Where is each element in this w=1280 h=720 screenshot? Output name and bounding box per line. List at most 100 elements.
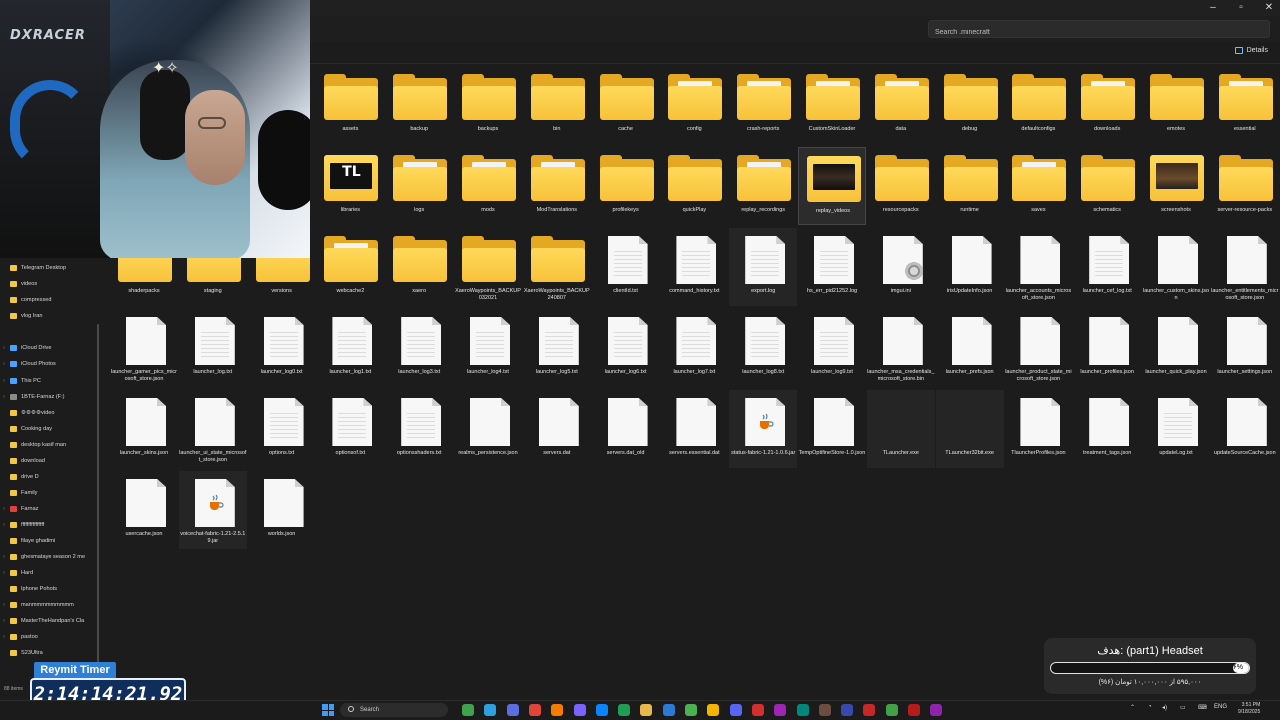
sidebar-item[interactable]: › iCloud Photos [0, 357, 98, 371]
folder-item[interactable]: assets [316, 66, 384, 144]
folder-item[interactable]: profilekeys [592, 147, 660, 225]
file-item[interactable]: updateSourceCache.json [1211, 390, 1279, 468]
volume-icon[interactable]: ◂) [1162, 704, 1167, 711]
keyboard-icon[interactable]: ⌨ [1198, 704, 1207, 711]
folder-item[interactable]: mods [454, 147, 522, 225]
taskbar-app-icon[interactable] [841, 704, 854, 716]
taskbar-app-icon[interactable] [640, 704, 653, 716]
file-item[interactable]: launcher_entitlements_microsoft_store.js… [1211, 228, 1279, 306]
folder-item[interactable]: backup [385, 66, 453, 144]
file-item[interactable]: status-fabric-1.21-1.0.6.jar [729, 390, 798, 468]
file-item[interactable]: updateLog.txt [1142, 390, 1210, 468]
folder-item[interactable]: bin [523, 66, 591, 144]
sidebar-item[interactable]: download [0, 454, 98, 468]
file-item[interactable]: TLauncher32bit.exe [935, 390, 1004, 468]
chevron-right-icon[interactable]: › [0, 506, 8, 512]
file-item[interactable]: optionsshaders.txt [385, 390, 453, 468]
taskbar-app-icon[interactable] [930, 704, 943, 716]
taskbar-app-icon[interactable] [707, 704, 720, 716]
folder-item[interactable]: CustomSkinLoader [798, 66, 866, 144]
chevron-right-icon[interactable]: › [0, 361, 8, 367]
sidebar-item[interactable]: › MasterTheHandpan's Cla [0, 614, 98, 628]
sidebar-item[interactable]: S23Ultra [0, 646, 98, 660]
chevron-right-icon[interactable]: › [0, 602, 8, 608]
sidebar-item[interactable]: › pastoo [0, 630, 98, 644]
chevron-right-icon[interactable]: › [0, 634, 8, 640]
folder-item[interactable]: replay_videos [798, 147, 866, 225]
folder-item[interactable]: replay_recordings [729, 147, 797, 225]
taskbar-app-icon[interactable] [685, 704, 697, 716]
taskbar-app-icon[interactable] [528, 704, 541, 716]
file-item[interactable]: launcher_log3.txt [385, 309, 453, 387]
file-item[interactable]: TlauncherProfiles.json [1004, 390, 1072, 468]
maximize-button[interactable]: ▫ [1236, 3, 1246, 13]
sidebar-item[interactable]: › iCloud Drive [0, 341, 98, 355]
sidebar-item[interactable]: Telegram Desktop [0, 261, 98, 275]
file-item[interactable]: launcher_gamer_pics_microsoft_store.json [110, 309, 178, 387]
file-item[interactable]: launcher_custom_skins.json [1142, 228, 1210, 306]
chevron-right-icon[interactable]: › [0, 570, 8, 576]
taskbar-app-icon[interactable] [751, 704, 764, 716]
chevron-right-icon[interactable]: › [0, 522, 8, 528]
chevron-right-icon[interactable]: › [0, 618, 8, 624]
taskbar-app-icon[interactable] [551, 704, 564, 716]
taskbar-app-icon[interactable] [818, 704, 831, 716]
sidebar-item[interactable]: › 1BTE-Farnaz (F:) [0, 390, 98, 404]
chevron-right-icon[interactable]: › [0, 394, 8, 400]
file-item[interactable]: optionsof.txt [316, 390, 384, 468]
file-item[interactable]: voicechat-fabric-1.21-2.5.19.jar [178, 471, 247, 549]
sidebar-item[interactable]: Iphone Pohots [0, 582, 98, 596]
folder-item[interactable]: logs [385, 147, 453, 225]
file-item[interactable]: launcher_log6.txt [592, 309, 660, 387]
taskbar-clock[interactable]: 3:51 PM 9/18/2025 [1238, 702, 1260, 716]
file-item[interactable]: launcher_accounts_microsoft_store.json [1004, 228, 1072, 306]
folder-item[interactable]: config [660, 66, 728, 144]
sidebar-item[interactable]: desktop kasif man [0, 438, 98, 452]
sidebar-item[interactable]: Cooking day [0, 422, 98, 436]
folder-item[interactable]: saves [1004, 147, 1072, 225]
taskbar-app-icon[interactable] [796, 704, 809, 716]
sidebar-item[interactable]: compressed [0, 293, 98, 307]
file-item[interactable]: clientId.txt [592, 228, 660, 306]
folder-item[interactable]: resourcepacks [867, 147, 935, 225]
taskbar-app-icon[interactable] [618, 704, 631, 716]
file-item[interactable]: launcher_msa_credentials_microsoft_store… [867, 309, 935, 387]
search-box[interactable] [928, 20, 1270, 41]
file-item[interactable]: launcher_log4.txt [454, 309, 522, 387]
file-item[interactable]: launcher_log0.txt [248, 309, 316, 387]
start-button-icon[interactable] [322, 704, 334, 716]
sidebar-item[interactable]: filaye ghadimi [0, 534, 98, 548]
wifi-icon[interactable]: ◔ [1148, 704, 1152, 710]
sidebar-item[interactable]: › Farnaz [0, 502, 98, 516]
folder-item[interactable]: ModTranslations [523, 147, 591, 225]
file-item[interactable]: TLauncher.exe [866, 390, 935, 468]
taskbar-app-icon[interactable] [774, 704, 787, 716]
file-item[interactable]: servers.dat [523, 390, 591, 468]
folder-item[interactable]: cache [592, 66, 660, 144]
file-item[interactable]: hs_err_pid21252.log [798, 228, 866, 306]
file-item[interactable]: launcher_skins.json [110, 390, 178, 468]
minimize-button[interactable]: – [1208, 3, 1218, 13]
taskbar-app-icon[interactable] [462, 704, 474, 716]
file-item[interactable]: TempOptifineStore-1.0.json [798, 390, 866, 468]
file-item[interactable]: launcher_log1.txt [316, 309, 384, 387]
file-item[interactable]: launcher_log9.txt [798, 309, 866, 387]
file-item[interactable]: irisUpdateInfo.json [936, 228, 1004, 306]
folder-item[interactable]: defaultconfigs [1004, 66, 1072, 144]
file-item[interactable]: servers.essential.dat [660, 390, 728, 468]
sidebar-item[interactable]: › This PC [0, 374, 98, 388]
taskbar-app-icon[interactable] [908, 704, 920, 716]
file-item[interactable]: launcher_cef_log.txt [1073, 228, 1141, 306]
sidebar-item[interactable]: ⚙⚙⚙⚙video [0, 406, 98, 420]
folder-item[interactable]: crash-reports [729, 66, 797, 144]
file-item[interactable]: imgui.ini [867, 228, 935, 306]
sidebar-item[interactable]: vlog Iran [0, 309, 98, 323]
folder-item[interactable]: XaeroWaypoints_BACKUP240807 [523, 228, 591, 306]
search-input[interactable] [929, 24, 1269, 41]
taskbar-app-icon[interactable] [662, 704, 675, 716]
folder-item[interactable]: backups [454, 66, 522, 144]
sidebar-item[interactable]: videos [0, 277, 98, 291]
file-item[interactable]: launcher_log.txt [179, 309, 247, 387]
sidebar-scrollbar[interactable] [97, 324, 99, 684]
file-item[interactable]: usercache.json [110, 471, 178, 549]
